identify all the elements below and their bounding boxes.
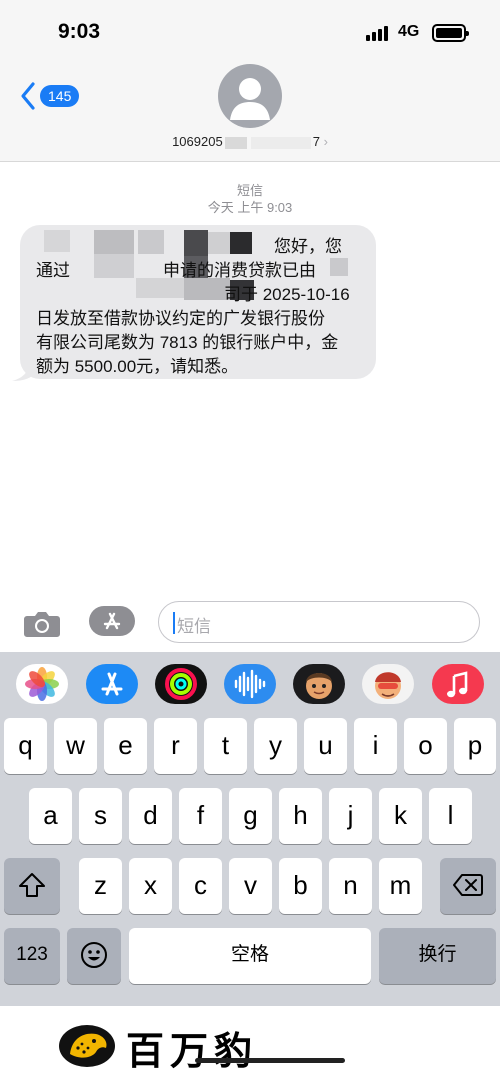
conversation-header: 9:03 4G 145 1069205 7 ›	[0, 0, 500, 162]
camera-icon[interactable]	[23, 610, 61, 638]
battery-icon	[432, 24, 469, 42]
brand-name: 百万豹	[126, 1028, 259, 1073]
keyboard: q w e r t y u i o p a s d f g h j k l z …	[0, 652, 500, 1006]
emoji-key[interactable]	[67, 928, 121, 984]
key-e[interactable]: e	[104, 718, 147, 774]
network-type: 4G	[398, 23, 420, 40]
message-input[interactable]: 短信	[158, 601, 480, 643]
key-z[interactable]: z	[79, 858, 122, 914]
memoji-icon[interactable]	[293, 664, 345, 704]
key-p[interactable]: p	[454, 718, 496, 774]
delete-key[interactable]	[440, 858, 496, 914]
key-u[interactable]: u	[304, 718, 347, 774]
key-q[interactable]: q	[4, 718, 47, 774]
space-key[interactable]: 空格	[129, 928, 371, 984]
numbers-key[interactable]: 123	[4, 928, 60, 984]
audio-message-icon[interactable]	[224, 664, 276, 704]
redaction-block	[250, 136, 311, 149]
compose-bar: 短信	[0, 596, 500, 652]
message-timestamp: 今天 上午 9:03	[207, 200, 293, 215]
back-button[interactable]: 145	[20, 81, 80, 111]
message-line: 通过 申请的消费贷款已由	[36, 259, 366, 283]
brand-watermark: 百万豹	[0, 1006, 500, 1081]
person-icon	[230, 78, 270, 120]
chevron-right-icon: ›	[323, 134, 328, 149]
app-store-icon[interactable]	[86, 664, 138, 704]
shift-arrow-icon	[19, 873, 45, 897]
app-store-icon	[103, 612, 121, 630]
message-line: 您好，您	[274, 237, 342, 256]
key-l[interactable]: l	[429, 788, 472, 844]
key-m[interactable]: m	[379, 858, 422, 914]
unread-count-badge: 145	[40, 85, 80, 107]
redaction-block	[224, 136, 247, 149]
key-d[interactable]: d	[129, 788, 172, 844]
music-icon[interactable]	[432, 664, 484, 704]
message-line: 日发放至借款协议约定的广发银行股份	[36, 309, 325, 328]
key-x[interactable]: x	[129, 858, 172, 914]
key-o[interactable]: o	[404, 718, 447, 774]
message-line: 额为 5500.00元，请知悉。	[36, 357, 239, 376]
leopard-logo-icon	[59, 1025, 115, 1067]
key-g[interactable]: g	[229, 788, 272, 844]
activity-icon[interactable]	[155, 664, 207, 704]
message-line: 司于 2025-10-16	[224, 285, 350, 304]
message-line: 有限公司尾数为 7813 的银行账户中，金	[36, 333, 339, 352]
cellular-signal-icon	[366, 26, 392, 41]
message-line-segment: 申请的消费贷款已由	[163, 261, 316, 280]
photos-icon[interactable]	[16, 664, 68, 704]
key-c[interactable]: c	[179, 858, 222, 914]
status-time: 9:03	[58, 20, 101, 43]
key-j[interactable]: j	[329, 788, 372, 844]
contact-number-suffix: 7	[312, 134, 320, 149]
text-caret	[173, 612, 175, 634]
message-body: 您好，您 通过 申请的消费贷款已由 司于 2025-10-16 日发放至借款协议约…	[36, 235, 366, 379]
key-a[interactable]: a	[29, 788, 72, 844]
imessage-app-strip	[0, 652, 500, 714]
contact-number-prefix: 1069205	[172, 134, 223, 149]
return-key[interactable]: 换行	[379, 928, 496, 984]
key-v[interactable]: v	[229, 858, 272, 914]
key-f[interactable]: f	[179, 788, 222, 844]
key-t[interactable]: t	[204, 718, 247, 774]
contact-number[interactable]: 1069205 7 ›	[0, 134, 500, 149]
contact-avatar[interactable]	[218, 64, 282, 128]
home-indicator	[195, 1058, 345, 1063]
message-line-segment: 通过	[36, 261, 70, 280]
key-i[interactable]: i	[354, 718, 397, 774]
key-n[interactable]: n	[329, 858, 372, 914]
key-s[interactable]: s	[79, 788, 122, 844]
key-k[interactable]: k	[379, 788, 422, 844]
key-y[interactable]: y	[254, 718, 297, 774]
key-r[interactable]: r	[154, 718, 197, 774]
chevron-left-icon	[21, 82, 35, 110]
memoji-stickers-icon[interactable]	[362, 664, 414, 704]
shift-key[interactable]	[4, 858, 60, 914]
emoji-icon	[81, 942, 107, 968]
message-input-placeholder: 短信	[177, 617, 211, 636]
backspace-icon	[453, 874, 483, 896]
key-b[interactable]: b	[279, 858, 322, 914]
app-store-button[interactable]	[89, 606, 135, 636]
key-w[interactable]: w	[54, 718, 97, 774]
key-h[interactable]: h	[279, 788, 322, 844]
